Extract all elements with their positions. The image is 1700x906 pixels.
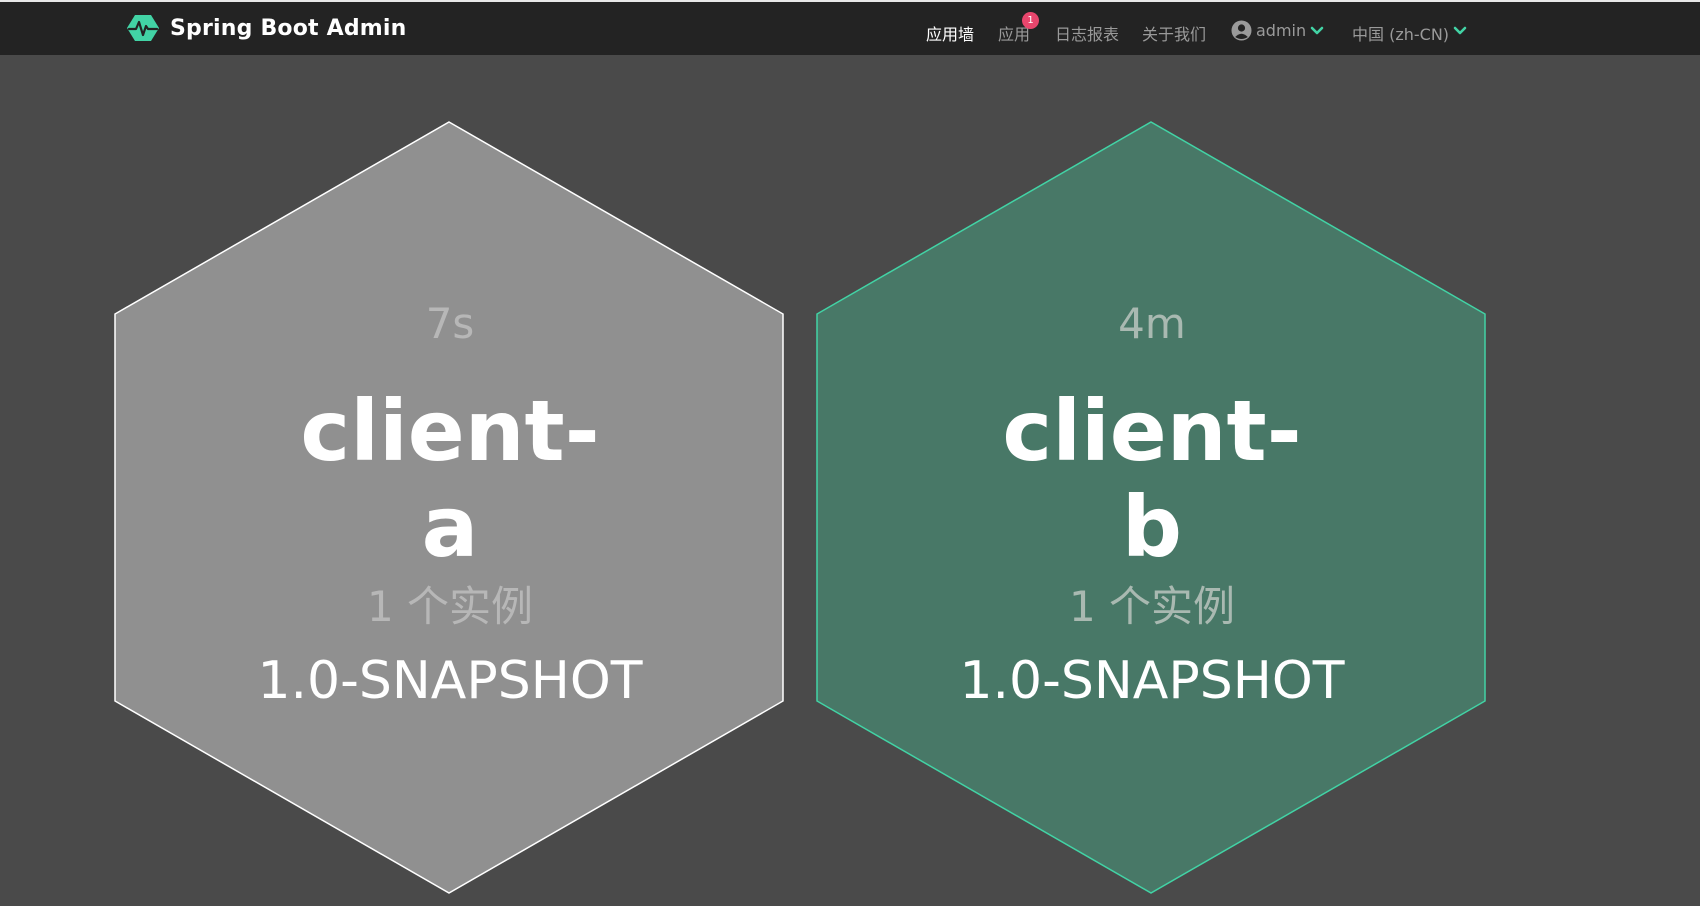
app-name-line: client- [300, 382, 600, 480]
app-name: client- a [114, 383, 786, 575]
chevron-down-icon[interactable] [1453, 26, 1467, 36]
app-uptime: 7s [425, 299, 475, 348]
nav-language-menu[interactable]: 中国 (zh-CN) [1352, 21, 1449, 45]
app-instance-count: 1 个实例 [366, 582, 534, 631]
brand-title: Spring Boot Admin [170, 15, 407, 41]
nav-wallboard[interactable]: 应用墙 [926, 21, 974, 45]
app-instance-count: 1 个实例 [1068, 582, 1236, 631]
app-name: client- b [816, 383, 1488, 575]
nav-user-menu[interactable]: admin [1256, 21, 1306, 40]
chevron-down-icon[interactable] [1310, 26, 1324, 36]
application-hexagon[interactable]: 7s client- a 1 个实例 1.0-SNAPSHOT [114, 121, 786, 895]
nav-about[interactable]: 关于我们 [1142, 21, 1206, 45]
app-name-line: b [1121, 478, 1183, 576]
heartbeat-hexagon-icon [127, 15, 159, 41]
app-version: 1.0-SNAPSHOT [257, 651, 643, 711]
app-uptime: 4m [1118, 299, 1186, 348]
top-navbar: Spring Boot Admin 应用墙 应用 1 日志报表 关于我们 adm… [0, 0, 1700, 55]
brand[interactable]: Spring Boot Admin [126, 14, 407, 42]
app-name-line: a [421, 478, 479, 576]
app-name-line: client- [1002, 382, 1302, 480]
applications-count-badge: 1 [1022, 12, 1039, 29]
app-version: 1.0-SNAPSHOT [959, 651, 1345, 711]
user-circle-icon [1231, 20, 1252, 41]
application-hexagon[interactable]: 4m client- b 1 个实例 1.0-SNAPSHOT [816, 121, 1488, 895]
nav-journal[interactable]: 日志报表 [1055, 21, 1119, 45]
